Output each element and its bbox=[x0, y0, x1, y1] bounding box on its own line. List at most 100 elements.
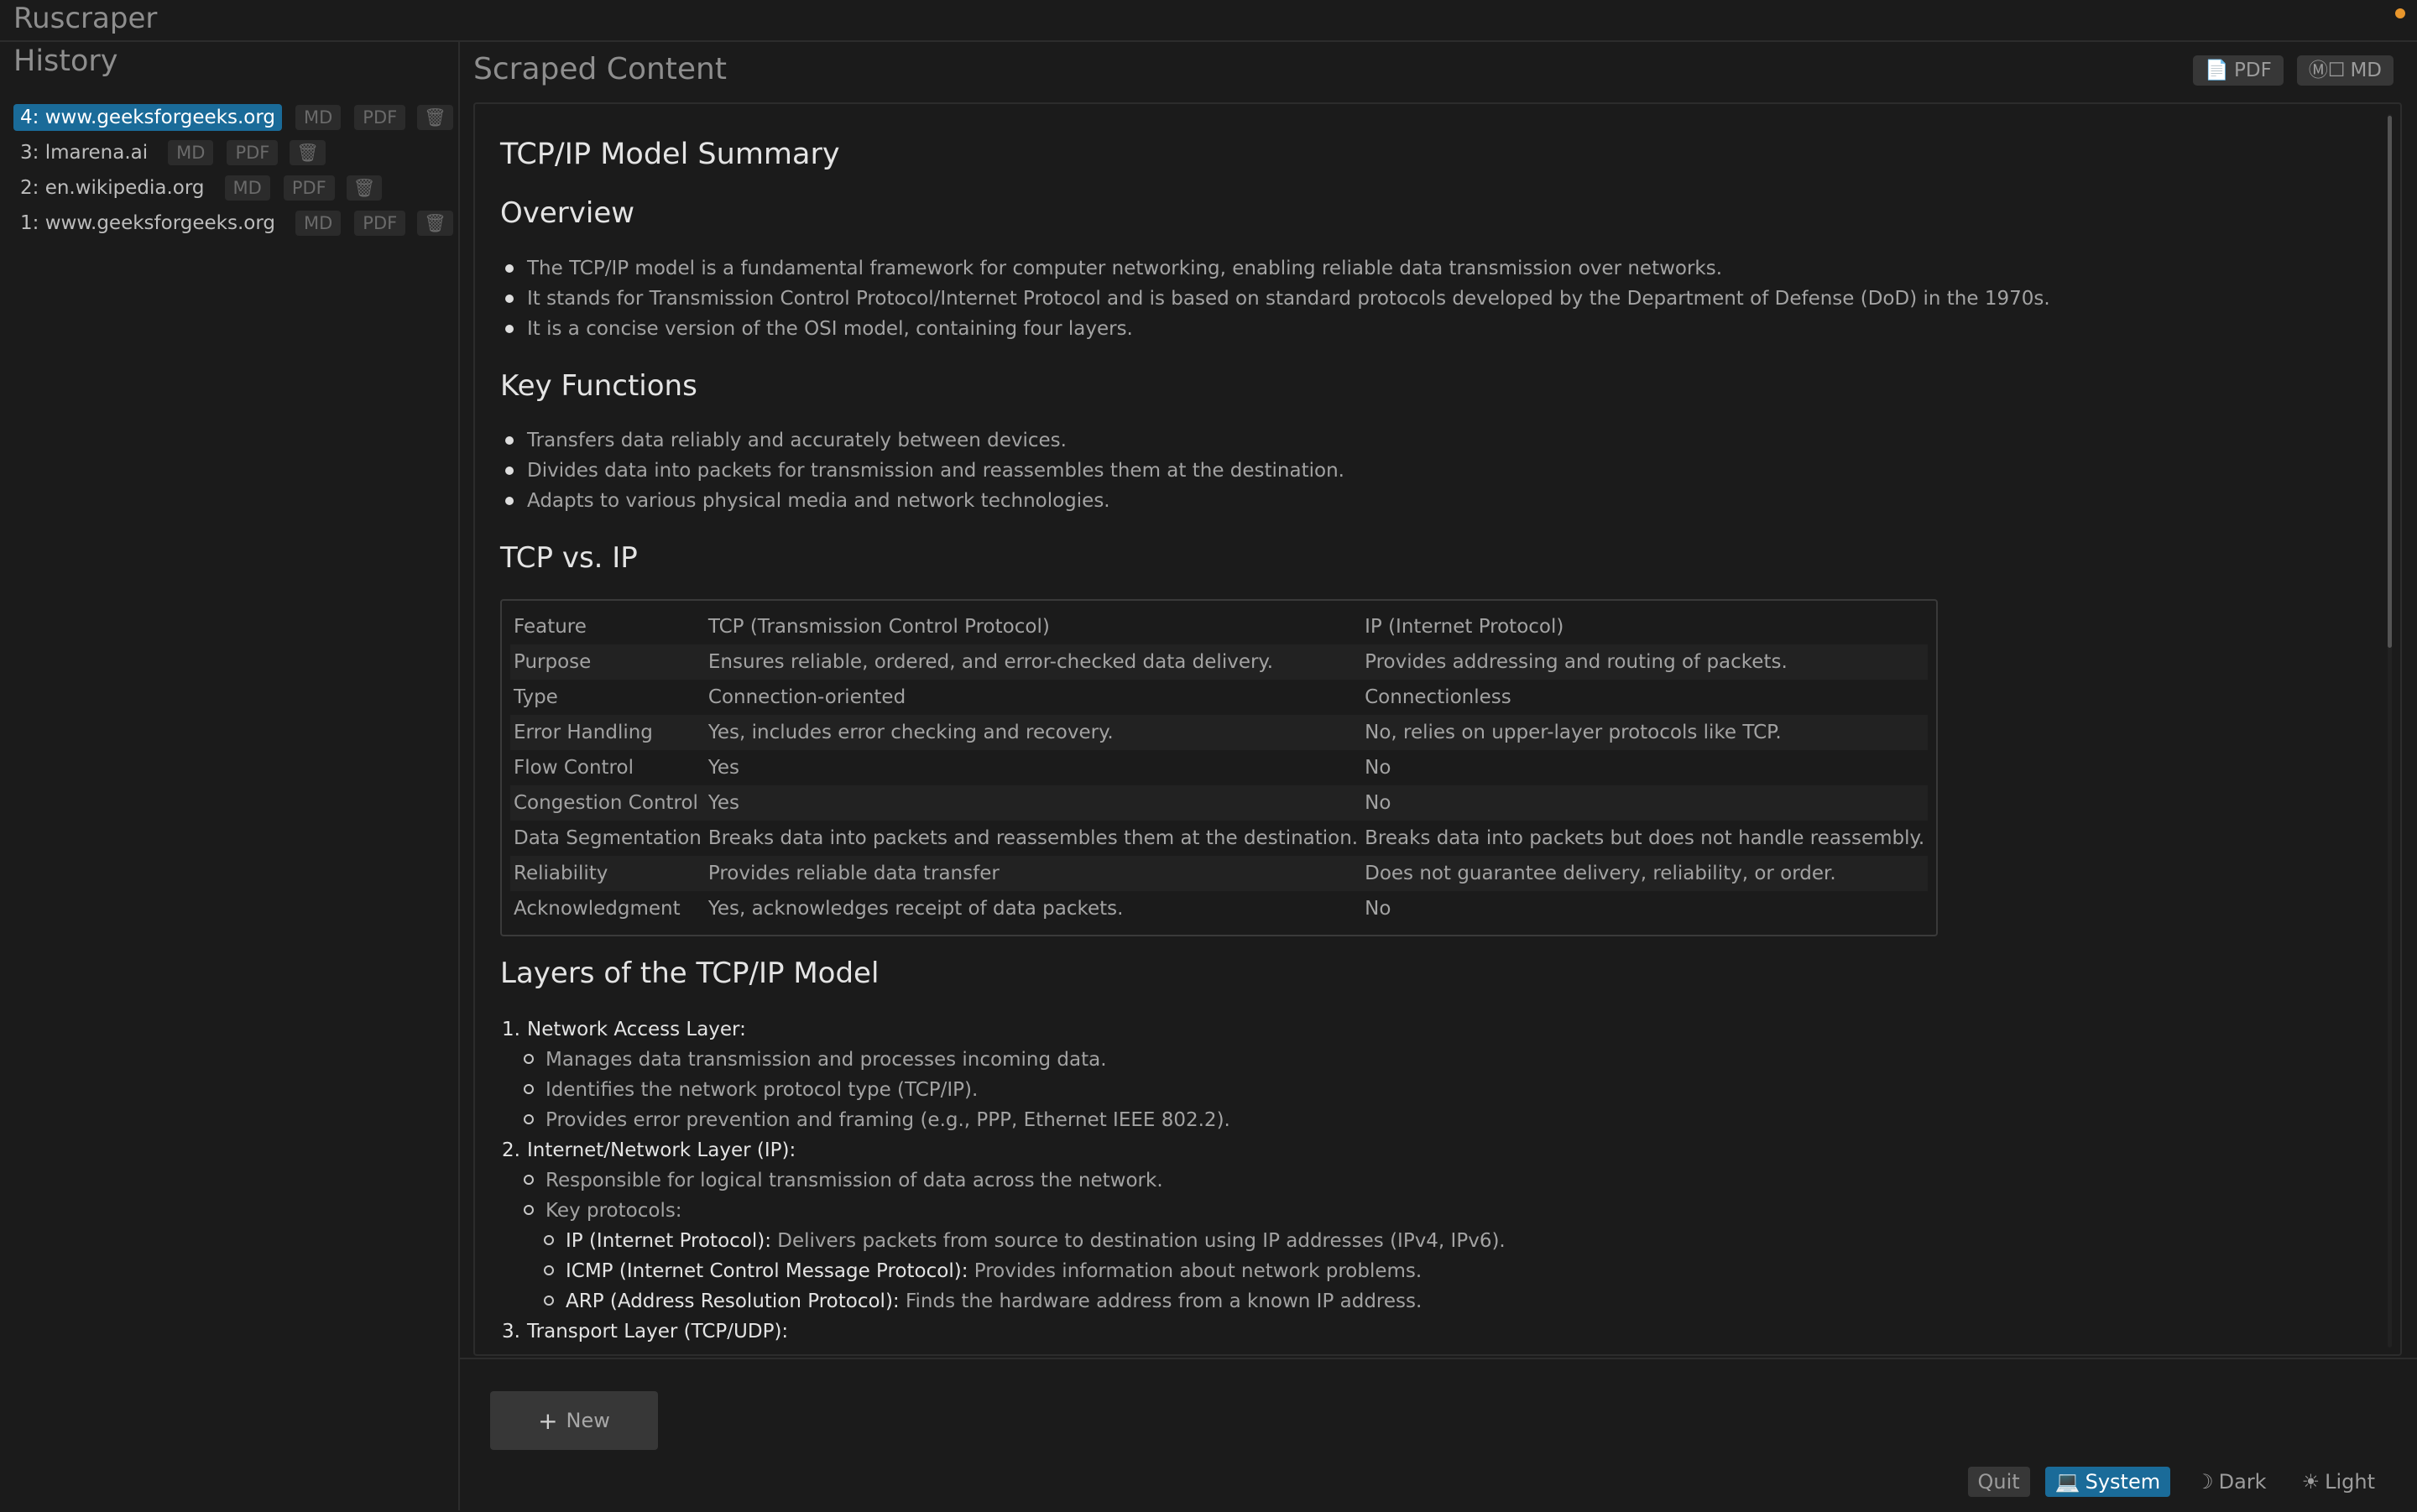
table-row: Purpose Ensures reliable, ordered, and er… bbox=[510, 644, 1929, 680]
export-pdf-button[interactable]: 📄 PDF bbox=[2193, 55, 2284, 86]
history-item-label[interactable]: 4: www.geeksforgeeks.org bbox=[13, 104, 282, 131]
theme-dark-button[interactable]: ☽ Dark bbox=[2185, 1467, 2276, 1497]
bottom-bar: + New Quit 💻 System ☽ Dark ☀ Light bbox=[460, 1358, 2417, 1512]
list-number: 1. bbox=[502, 1019, 520, 1040]
history-list: 4: www.geeksforgeeks.org MD PDF 🗑 3: lma… bbox=[13, 100, 453, 241]
protocol-term: ARP (Address Resolution Protocol): bbox=[566, 1290, 900, 1312]
history-pdf-button[interactable]: PDF bbox=[227, 140, 279, 165]
history-item-label[interactable]: 2: en.wikipedia.org bbox=[13, 175, 211, 201]
list-item: ARP (Address Resolution Protocol): Finds… bbox=[500, 1286, 2011, 1316]
key-functions-list: Transfers data reliably and accurately b… bbox=[500, 425, 1344, 516]
tcp-vs-ip-heading: TCP vs. IP bbox=[500, 541, 638, 575]
export-md-label: MD bbox=[2350, 60, 2382, 81]
layers-list: 1. Network Access Layer: Manages data tra… bbox=[500, 1014, 2011, 1347]
list-item: Key protocols: bbox=[500, 1196, 2011, 1226]
table-cell: Acknowledgment bbox=[514, 898, 681, 920]
scraped-content-panel[interactable]: TCP/IP Model Summary Overview The TCP/IP… bbox=[473, 102, 2402, 1356]
sidebar-title: History bbox=[13, 44, 118, 78]
table-cell: Feature bbox=[514, 616, 587, 638]
new-button-label: New bbox=[566, 1409, 610, 1432]
list-item: Responsible for logical transmission of … bbox=[500, 1165, 2011, 1196]
list-item: 1. Network Access Layer: bbox=[500, 1014, 2011, 1045]
table-row: Data Segmentation Breaks data into packet… bbox=[510, 821, 1928, 856]
table-cell: Type bbox=[514, 686, 558, 708]
table-row: Feature TCP (Transmission Control Protoco… bbox=[510, 609, 1928, 644]
table-row: Reliability Provides reliable data transf… bbox=[510, 856, 1929, 891]
history-md-button[interactable]: MD bbox=[168, 140, 214, 165]
layers-heading: Layers of the TCP/IP Model bbox=[500, 957, 880, 990]
table-cell: Flow Control bbox=[514, 757, 634, 779]
app-title: Ruscraper bbox=[13, 2, 158, 35]
trash-icon[interactable]: 🗑 bbox=[346, 175, 383, 201]
history-md-button[interactable]: MD bbox=[224, 175, 270, 201]
layer-title: Network Access Layer: bbox=[527, 1019, 746, 1040]
list-number: 2. bbox=[502, 1139, 520, 1161]
table-cell: IP (Internet Protocol) bbox=[1365, 616, 1564, 638]
overview-heading: Overview bbox=[500, 196, 635, 230]
title-bar: Ruscraper bbox=[0, 0, 2417, 42]
table-row: Congestion Control Yes No bbox=[510, 785, 1929, 821]
history-item: 4: www.geeksforgeeks.org MD PDF 🗑 bbox=[13, 100, 453, 135]
list-number: 3. bbox=[502, 1321, 520, 1343]
list-item: Manages data transmission and processes … bbox=[500, 1045, 2011, 1075]
table-cell: Yes bbox=[704, 785, 1362, 821]
new-button[interactable]: + New bbox=[490, 1391, 658, 1450]
trash-icon[interactable]: 🗑 bbox=[417, 211, 453, 236]
export-pdf-label: PDF bbox=[2234, 60, 2272, 81]
table-row: Acknowledgment Yes, acknowledges receipt … bbox=[510, 891, 1928, 926]
layer-title: Internet/Network Layer (IP): bbox=[527, 1139, 796, 1161]
table-cell: Yes, acknowledges receipt of data packet… bbox=[707, 898, 1124, 920]
moon-icon: ☽ bbox=[2195, 1470, 2214, 1494]
list-item: It stands for Transmission Control Proto… bbox=[500, 284, 2050, 314]
doc-title: TCP/IP Model Summary bbox=[500, 138, 840, 171]
history-pdf-button[interactable]: PDF bbox=[283, 175, 335, 201]
table-cell: No bbox=[1365, 757, 1391, 779]
list-item: Adapts to various physical media and net… bbox=[500, 486, 1344, 516]
history-pdf-button[interactable]: PDF bbox=[354, 211, 406, 236]
list-item: Identifies the network protocol type (TC… bbox=[500, 1075, 2011, 1105]
table-cell: Yes, includes error checking and recover… bbox=[704, 715, 1362, 750]
sun-icon: ☀ bbox=[2301, 1470, 2320, 1494]
status-dot bbox=[2395, 8, 2405, 18]
export-toolbar: 📄 PDF Ⓜ☐ MD bbox=[2193, 55, 2394, 86]
plus-icon: + bbox=[538, 1406, 558, 1435]
list-item: It is a concise version of the OSI model… bbox=[500, 314, 2050, 344]
trash-icon[interactable]: 🗑 bbox=[290, 140, 326, 165]
theme-system-label: System bbox=[2085, 1470, 2161, 1494]
theme-light-label: Light bbox=[2325, 1470, 2375, 1494]
scrollbar-thumb[interactable] bbox=[2388, 116, 2392, 648]
history-pdf-button[interactable]: PDF bbox=[354, 105, 406, 130]
history-md-button[interactable]: MD bbox=[295, 105, 342, 130]
list-item: 2. Internet/Network Layer (IP): bbox=[500, 1135, 2011, 1165]
protocol-term: IP (Internet Protocol): bbox=[566, 1230, 771, 1252]
table-cell: Yes bbox=[707, 757, 740, 779]
quit-button[interactable]: Quit bbox=[1967, 1467, 2030, 1497]
layer-title: Transport Layer (TCP/UDP): bbox=[527, 1321, 789, 1343]
footer-toolbar: Quit 💻 System ☽ Dark ☀ Light bbox=[1967, 1467, 2385, 1497]
table-cell: Ensures reliable, ordered, and error-che… bbox=[704, 644, 1362, 680]
theme-dark-label: Dark bbox=[2218, 1470, 2267, 1494]
table-row: Error Handling Yes, includes error checki… bbox=[510, 715, 1929, 750]
list-item: Provides error prevention and framing (e… bbox=[500, 1105, 2011, 1135]
history-md-button[interactable]: MD bbox=[295, 211, 342, 236]
table-cell: Error Handling bbox=[510, 715, 705, 750]
history-sidebar: History 4: www.geeksforgeeks.org MD PDF … bbox=[0, 42, 460, 1510]
list-item: Transfers data reliably and accurately b… bbox=[500, 425, 1344, 456]
table-row: Flow Control Yes No bbox=[510, 750, 1928, 785]
export-md-button[interactable]: Ⓜ☐ MD bbox=[2296, 55, 2394, 86]
theme-light-button[interactable]: ☀ Light bbox=[2292, 1467, 2385, 1497]
list-item: The TCP/IP model is a fundamental framew… bbox=[500, 253, 2050, 284]
protocol-desc: Finds the hardware address from a known … bbox=[899, 1290, 1423, 1312]
table-cell: Does not guarantee delivery, reliability… bbox=[1361, 856, 1929, 891]
history-item-label[interactable]: 1: www.geeksforgeeks.org bbox=[13, 210, 282, 237]
history-item-label[interactable]: 3: lmarena.ai bbox=[13, 139, 154, 166]
tcp-vs-ip-table: Feature TCP (Transmission Control Protoco… bbox=[500, 599, 1939, 936]
document-icon: 📄 bbox=[2205, 60, 2229, 81]
theme-system-button[interactable]: 💻 System bbox=[2044, 1467, 2171, 1497]
table-cell: Breaks data into packets and reassembles… bbox=[707, 827, 1359, 849]
protocol-desc: Provides information about network probl… bbox=[968, 1260, 1423, 1282]
overview-list: The TCP/IP model is a fundamental framew… bbox=[500, 253, 2050, 344]
protocol-term: ICMP (Internet Control Message Protocol)… bbox=[566, 1260, 968, 1282]
table-cell: Data Segmentation bbox=[514, 827, 702, 849]
trash-icon[interactable]: 🗑 bbox=[417, 105, 453, 130]
